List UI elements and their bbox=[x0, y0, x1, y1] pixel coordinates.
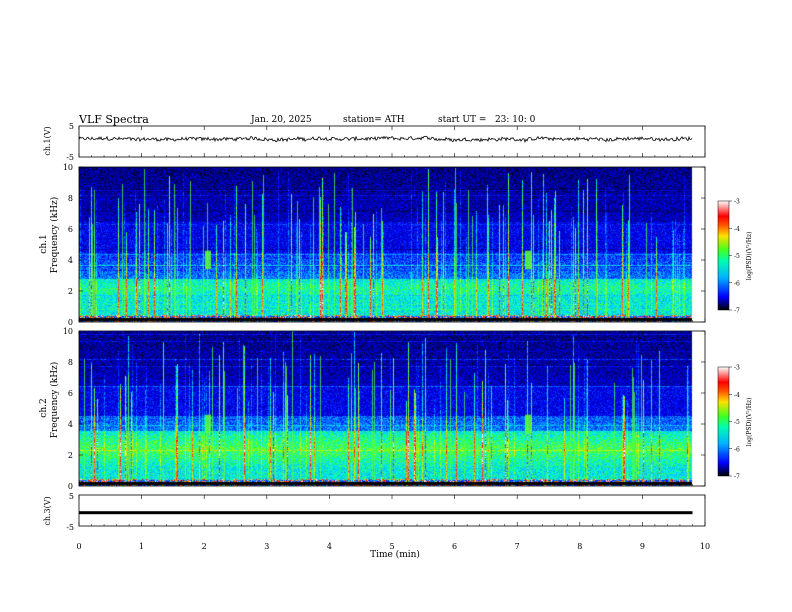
ch1-colorbar-ticks: -3 -4 -5 -6 -7 bbox=[729, 199, 740, 315]
time-axis-label: Time (min) bbox=[370, 549, 420, 560]
colorbar-tick-label: -5 bbox=[734, 253, 740, 260]
x-tick-label: 0 bbox=[76, 542, 81, 551]
colorbar-tick-label: -4 bbox=[734, 392, 740, 399]
ch2-colorbar-gradient bbox=[717, 366, 730, 477]
ch2-freq-axis-label: Frequency (kHz) bbox=[49, 362, 60, 439]
freq-tick-label: 10 bbox=[63, 163, 73, 172]
ch1-colorbar: -3 -4 -5 -6 -7 log(PSD)(V²/Hz) bbox=[717, 199, 753, 315]
ch1-waveform-frame bbox=[78, 125, 706, 158]
freq-tick-label: 0 bbox=[68, 482, 73, 491]
ch2-colorbar-ticks: -3 -4 -5 -6 -7 bbox=[729, 365, 740, 481]
ch3-ytick-top: 5 bbox=[69, 492, 74, 501]
ch3-ylabel: ch.3(V) bbox=[43, 496, 52, 525]
colorbar-tick-label: -6 bbox=[734, 280, 740, 287]
ch1-freq-axis-label: Frequency (kHz) bbox=[49, 197, 60, 274]
x-tick-label: 2 bbox=[202, 542, 207, 551]
freq-tick-label: 8 bbox=[68, 358, 73, 367]
ch1-colorbar-gradient bbox=[717, 200, 730, 311]
colorbar-tick-label: -7 bbox=[734, 474, 740, 481]
x-tick-label: 1 bbox=[139, 542, 144, 551]
ch3-ytick-bottom: -5 bbox=[66, 523, 74, 532]
ch2-spectrogram-panel: 0 2 4 6 8 10 ch.2 Frequency (kHz) bbox=[39, 327, 706, 491]
colorbar-tick-label: -4 bbox=[734, 226, 740, 233]
freq-tick-label: 2 bbox=[68, 287, 73, 296]
colorbar-tick-label: -3 bbox=[734, 365, 740, 372]
ch3-waveform-line bbox=[79, 511, 693, 515]
ch1-ytick-top: 5 bbox=[69, 122, 74, 131]
freq-tick-label: 10 bbox=[63, 327, 73, 336]
freq-tick-label: 6 bbox=[68, 225, 73, 234]
ch2-channel-label: ch.2 bbox=[39, 398, 49, 417]
x-tick-label: 7 bbox=[515, 542, 520, 551]
freq-tick-label: 4 bbox=[68, 420, 73, 429]
ch1-waveform-line bbox=[78, 135, 693, 144]
ch1-colorbar-label: log(PSD)(V²/Hz) bbox=[746, 232, 753, 281]
x-tick-label: 10 bbox=[700, 542, 710, 551]
freq-tick-label: 0 bbox=[68, 318, 73, 327]
x-tick-label: 8 bbox=[577, 542, 582, 551]
x-tick-label: 9 bbox=[640, 542, 645, 551]
freq-tick-label: 8 bbox=[68, 194, 73, 203]
ch1-ylabel: ch.1(V) bbox=[43, 126, 52, 155]
ch1-waveform-panel: 5 -5 ch.1(V) bbox=[43, 122, 706, 162]
ch1-channel-label: ch.1 bbox=[39, 234, 49, 253]
x-tick-label: 4 bbox=[327, 542, 332, 551]
ch1-spectrogram-panel: 0 2 4 6 8 10 ch.1 Frequency (kHz) bbox=[39, 163, 706, 327]
ch2-spectrogram-image bbox=[79, 331, 705, 486]
colorbar-tick-label: -3 bbox=[734, 199, 740, 206]
colorbar-tick-label: -6 bbox=[734, 446, 740, 453]
ch1-spectrogram-image bbox=[79, 167, 705, 322]
ch2-colorbar: -3 -4 -5 -6 -7 log(PSD)(V²/Hz) bbox=[717, 365, 753, 481]
x-tick-label: 3 bbox=[264, 542, 269, 551]
ch3-waveform-panel: 5 -5 ch.3(V) bbox=[43, 492, 706, 532]
vlf-figure: 5 -5 ch.1(V) 0246810 ch.1 Frequency (kHz… bbox=[39, 122, 753, 560]
ch1-ytick-bottom: -5 bbox=[66, 153, 74, 162]
x-tick-label: 6 bbox=[452, 542, 457, 551]
freq-tick-label: 6 bbox=[68, 389, 73, 398]
colorbar-tick-label: -7 bbox=[734, 308, 740, 315]
ch2-colorbar-label: log(PSD)(V²/Hz) bbox=[746, 398, 753, 447]
ch3-waveform-frame bbox=[78, 494, 706, 527]
freq-tick-label: 4 bbox=[68, 256, 73, 265]
freq-tick-label: 2 bbox=[68, 451, 73, 460]
colorbar-tick-label: -5 bbox=[734, 419, 740, 426]
